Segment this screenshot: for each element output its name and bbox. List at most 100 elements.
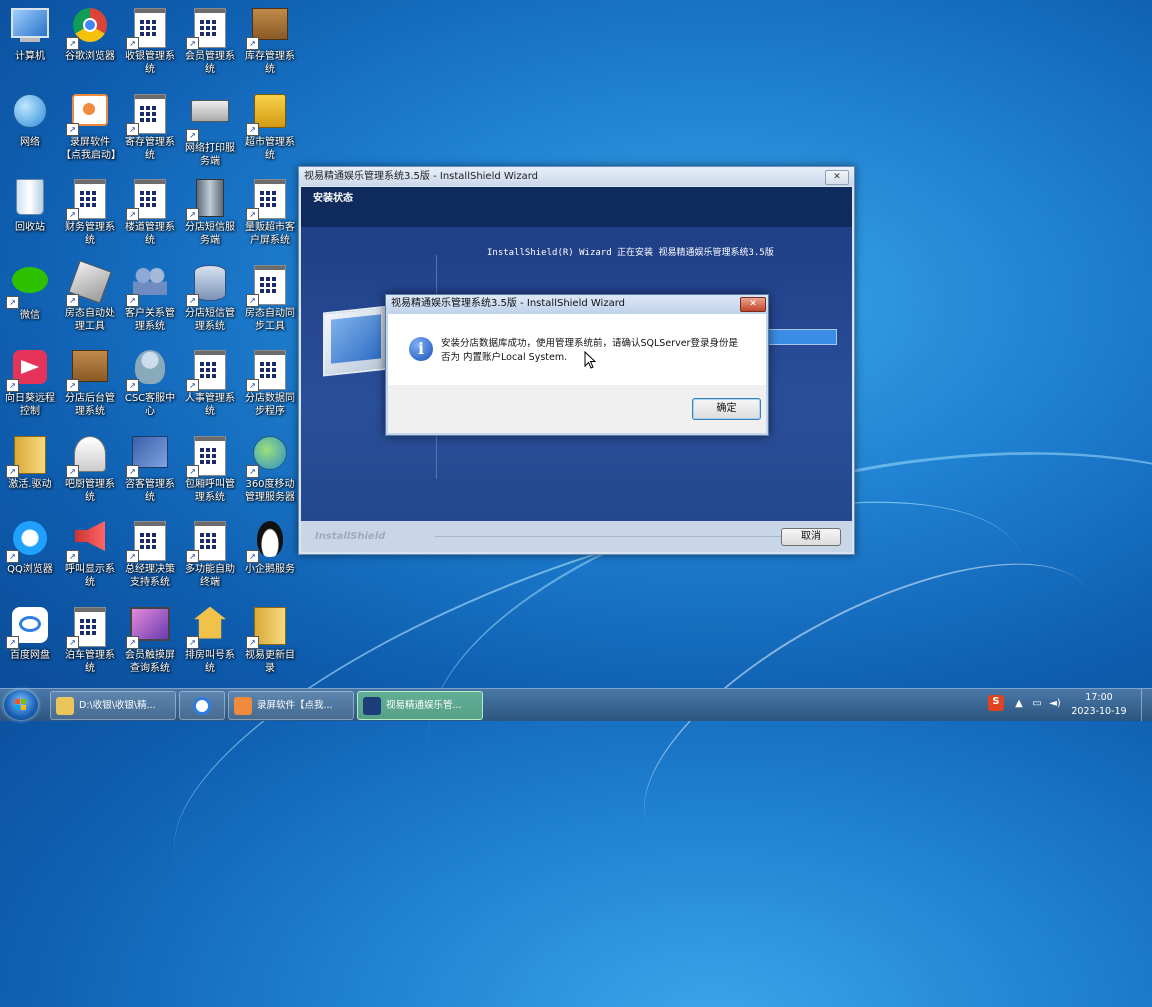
desktop-icon-label: 财务管理系统 — [65, 222, 115, 246]
desktop-icon[interactable]: ↗ 库存管理系统 — [240, 2, 300, 86]
desktop-icon[interactable]: ↗ 360度移动管理服务器 — [240, 430, 300, 514]
dialog-close-button[interactable]: ✕ — [740, 297, 766, 312]
desktop-icon-label: 会员触摸屏查询系统 — [125, 649, 175, 674]
desktop-icon[interactable]: ↗ 会员管理系统 — [180, 2, 240, 86]
desktop-icon[interactable]: ↗ 小企鹅服务 — [240, 515, 300, 599]
clock[interactable]: 17:00 2023-10-19 — [1068, 691, 1130, 719]
desktop-icon[interactable]: ↗ 总经理决策支持系统 — [120, 515, 180, 599]
desktop-icon-label: 房态自动处理工具 — [65, 307, 115, 332]
desktop-icon-label: 谷歌浏览器 — [65, 51, 115, 62]
shortcut-arrow-icon: ↗ — [66, 37, 79, 50]
desktop-icon[interactable]: ↗ 分店后台管理系统 — [60, 344, 120, 428]
desktop-icon[interactable]: ↗ 分店数据同步程序 — [240, 344, 300, 428]
shortcut-arrow-icon: ↗ — [66, 464, 79, 478]
desktop-icon[interactable]: ↗ 财务管理系统 — [60, 173, 120, 257]
desktop-icon[interactable]: ↗ 网络打印服务端 — [180, 88, 240, 172]
desktop-icon[interactable]: ↗ 吧厨管理系统 — [60, 430, 120, 514]
desktop-icon-label: QQ浏览器 — [7, 564, 53, 575]
desktop-icon[interactable]: ↗ 录屏软件【点我启动】 — [60, 88, 121, 172]
message-dialog: 视易精通娱乐管理系统3.5版 - InstallShield Wizard ✕ … — [385, 294, 769, 436]
desktop-icon[interactable]: ↗ 会员触摸屏查询系统 — [120, 601, 180, 685]
desktop-icon[interactable]: ↗ 量贩超市客户屏系统 — [240, 173, 300, 257]
shortcut-arrow-icon: ↗ — [246, 550, 259, 563]
recorder-icon — [234, 696, 252, 715]
taskbar-item-explorer[interactable]: D:\收银\收银\精... — [50, 691, 176, 720]
desktop-icon[interactable]: ↗ 客户关系管理系统 — [120, 259, 180, 343]
desktop-icon[interactable]: ↗ 分店短信服务端 — [180, 173, 240, 257]
desktop-icon-label: 房态自动同步工具 — [245, 307, 295, 332]
globe-icon: ↗ — [246, 435, 290, 478]
footer-divider — [435, 536, 782, 537]
taskbar-item-installer[interactable]: 视易精通娱乐管... — [357, 691, 483, 720]
dialog-content: i 安装分店数据库成功，使用管理系统前，请确认SQLServer登录身份是 否为… — [388, 314, 766, 385]
desktop-icon[interactable]: ↗ 百度网盘 — [0, 601, 60, 685]
desktop-icon-label: 客户关系管理系统 — [125, 307, 175, 332]
taskbar-item-label: D:\收银\收银\精... — [79, 700, 156, 711]
desktop-icon-label: 包厢呼叫管理系统 — [185, 478, 235, 503]
shortcut-arrow-icon: ↗ — [126, 37, 139, 50]
desktop-icon[interactable]: ↗ 包厢呼叫管理系统 — [180, 430, 240, 514]
desktop-icon[interactable]: ↗ 激活.驱动 — [0, 430, 60, 514]
desktop-icon-label: 计算机 — [15, 51, 45, 62]
desktop-icon[interactable]: ↗ 排房叫号系统 — [180, 601, 240, 685]
taskbar-item-recorder[interactable]: 录屏软件【点我... — [228, 691, 354, 720]
shortcut-arrow-icon: ↗ — [126, 208, 139, 221]
show-desktop-button[interactable] — [1141, 689, 1152, 721]
desktop-icon[interactable]: ↗ 向日葵远程控制 — [0, 344, 60, 428]
desktop-icon[interactable]: ↗ QQ浏览器 — [0, 515, 60, 599]
penguin-icon: ↗ — [246, 521, 290, 563]
desktop-icon[interactable]: ↗ 房态自动处理工具 — [60, 259, 120, 343]
installer-titlebar[interactable]: 视易精通娱乐管理系统3.5版 - InstallShield Wizard ✕ — [299, 167, 854, 186]
tray-expand-icon[interactable]: ▲ — [1012, 697, 1026, 711]
desktop-icon[interactable]: ↗ 泊车管理系统 — [60, 601, 120, 685]
start-button[interactable] — [4, 690, 38, 720]
desktop-icon[interactable]: ↗ 微信 — [0, 259, 60, 343]
shortcut-arrow-icon: ↗ — [246, 208, 259, 221]
doc-icon: ↗ — [186, 435, 230, 478]
box-icon: ↗ — [246, 8, 290, 50]
volume-icon[interactable]: ◄) — [1048, 697, 1062, 711]
desktop-icon[interactable]: ↗ 多功能自助终端 — [180, 515, 240, 599]
clock-date: 2023-10-19 — [1071, 706, 1127, 717]
people-icon: ↗ — [126, 264, 170, 307]
desktop-icon[interactable]: ↗ 呼叫显示系统 — [60, 515, 120, 599]
desktop-icon[interactable]: ↗ 人事管理系统 — [180, 344, 240, 428]
desktop-icon[interactable]: 网络 — [0, 88, 60, 172]
baidu-icon: ↗ — [6, 606, 50, 649]
ok-button[interactable]: 确定 — [692, 398, 761, 420]
desktop-icon[interactable]: ↗ 寄存管理系统 — [120, 88, 180, 172]
desktop-icon-label: 分店短信服务端 — [185, 222, 235, 246]
desktop-icon[interactable]: ↗ 视易更新目录 — [240, 601, 300, 685]
taskbar-item-baidu[interactable] — [179, 691, 225, 720]
baidu-netdisk-icon — [193, 696, 211, 715]
taskbar-item-label: 录屏软件【点我... — [257, 700, 333, 711]
desktop-icon[interactable]: ↗ 分店短信管理系统 — [180, 259, 240, 343]
taskbar: D:\收银\收银\精... 录屏软件【点我... 视易精通娱乐管... S ▲ … — [0, 688, 1152, 721]
desktop-icon[interactable]: ↗ 超市管理系统 — [240, 88, 300, 172]
desktop-icon[interactable]: ↗ 收银管理系统 — [120, 2, 180, 86]
desktop-icon-label: 量贩超市客户屏系统 — [245, 222, 295, 246]
chrome-icon: ↗ — [66, 8, 110, 50]
desktop-icon-label: 多功能自助终端 — [185, 564, 235, 588]
desktop-icon[interactable]: ↗ 房态自动同步工具 — [240, 259, 300, 343]
desktop-icon[interactable]: 计算机 — [0, 2, 60, 86]
dialog-titlebar[interactable]: 视易精通娱乐管理系统3.5版 - InstallShield Wizard ✕ — [386, 295, 768, 313]
desktop-icon[interactable]: 回收站 — [0, 173, 60, 257]
desktop-icon[interactable]: ↗ 咨客管理系统 — [120, 430, 180, 514]
doc-icon: ↗ — [66, 606, 110, 649]
mouse-cursor-icon — [584, 351, 596, 369]
installer-close-button[interactable]: ✕ — [825, 170, 849, 185]
shortcut-arrow-icon: ↗ — [186, 379, 199, 392]
installer-header-title: 安装状态 — [313, 193, 353, 204]
desktop-icon[interactable]: ↗ CSC客服中心 — [120, 344, 180, 428]
desktop-icon-label: 视易更新目录 — [245, 649, 295, 674]
desktop-icon[interactable]: ↗ 谷歌浏览器 — [60, 2, 120, 86]
doc-icon: ↗ — [186, 521, 230, 563]
cancel-button[interactable]: 取消 — [781, 528, 841, 546]
network-icon[interactable]: ▭ — [1030, 697, 1044, 711]
desktop-icon[interactable]: ↗ 楼道管理系统 — [120, 173, 180, 257]
desktop-icon-label: 网络 — [20, 136, 40, 148]
windows-logo-icon — [15, 699, 26, 710]
input-method-icon[interactable]: S — [988, 695, 1004, 711]
desktop-icon-label: 激活.驱动 — [8, 478, 52, 490]
